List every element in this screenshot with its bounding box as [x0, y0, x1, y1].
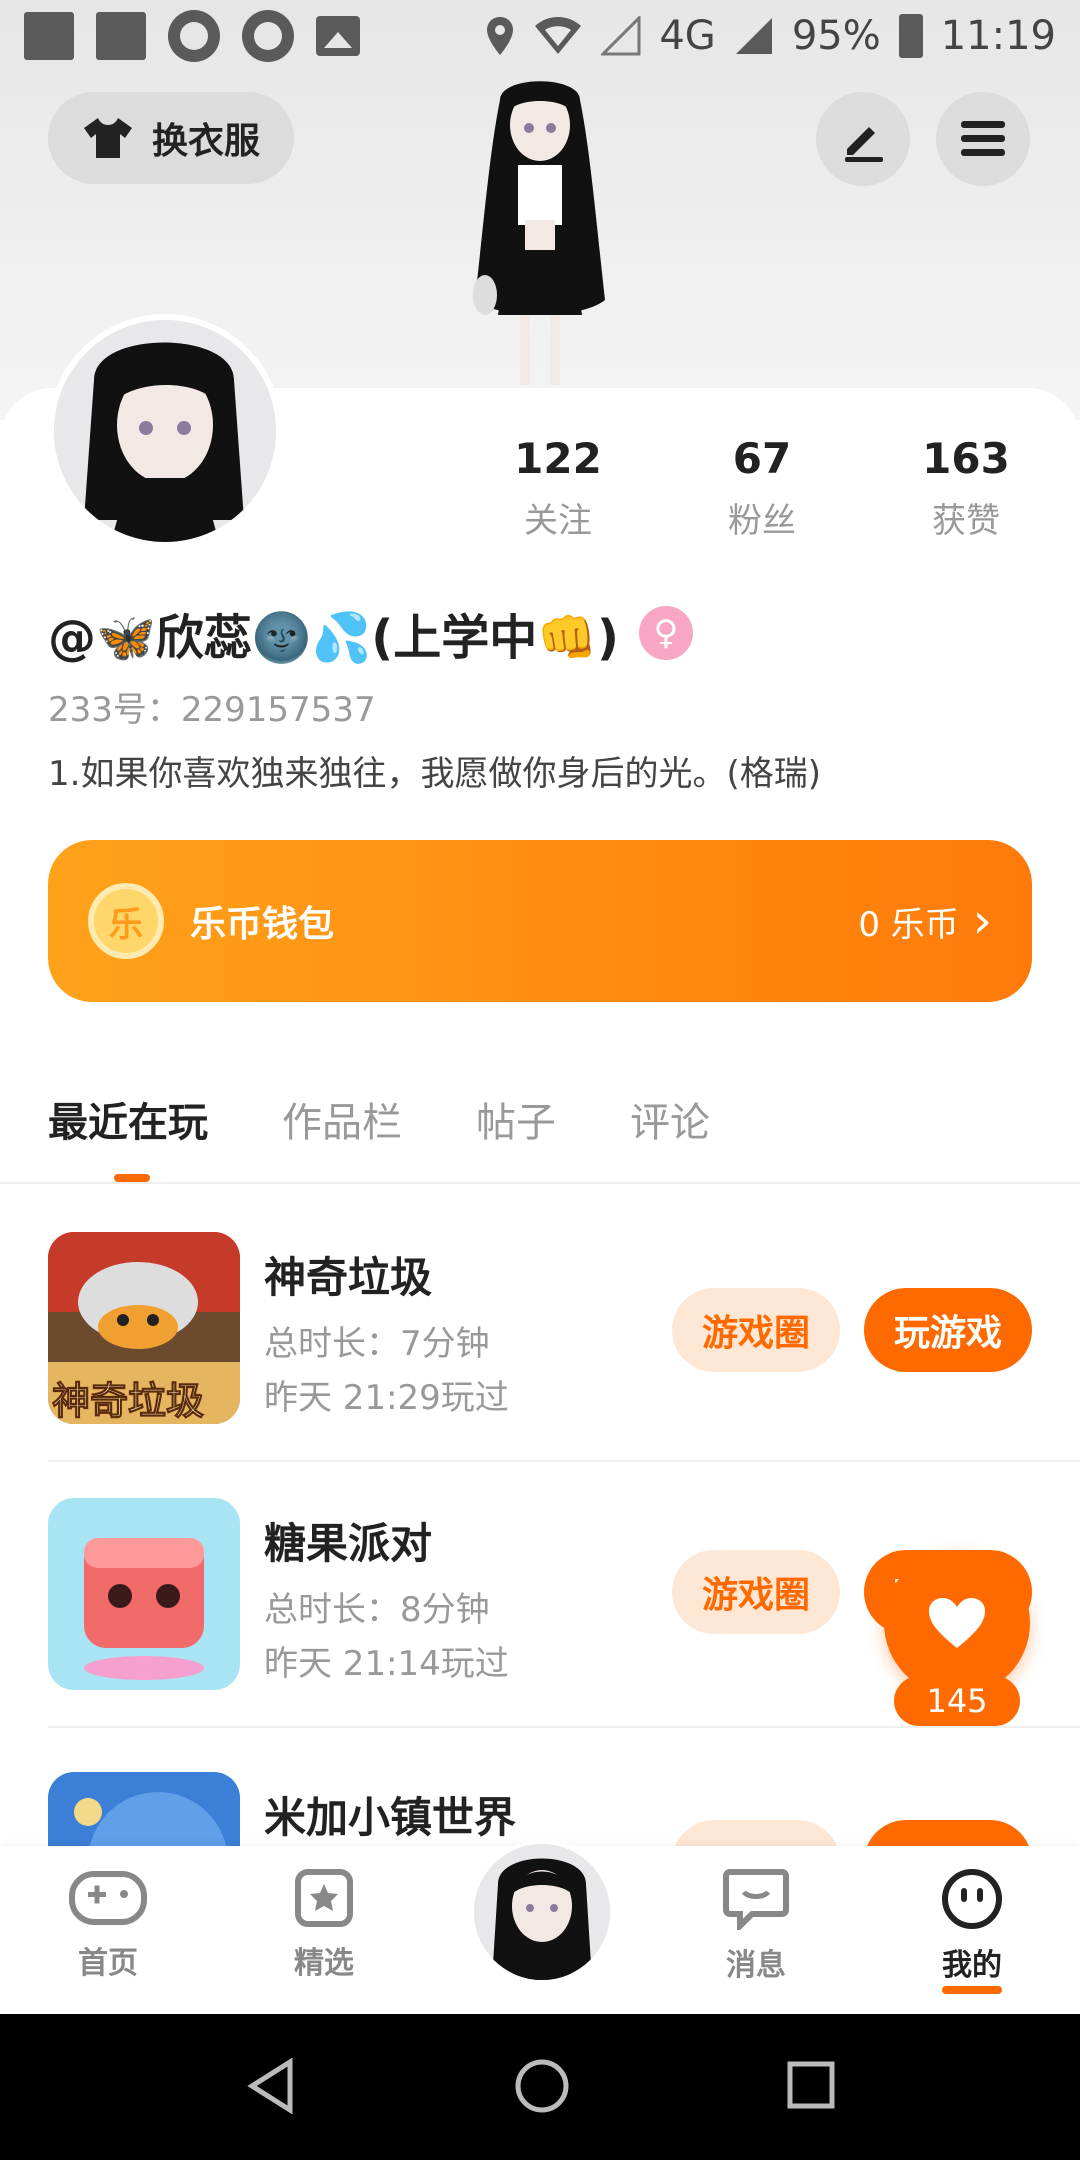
stat-fans[interactable]: 67 粉丝	[672, 434, 852, 542]
home-circle-icon[interactable]	[514, 2058, 570, 2114]
gamepad-icon	[69, 1871, 147, 1925]
like-count: 145	[894, 1676, 1020, 1726]
chat-icon	[723, 1869, 789, 1934]
game-circle-button[interactable]: 游戏圈	[672, 1550, 840, 1634]
change-clothes-button[interactable]: 换衣服	[48, 92, 294, 184]
clock: 11:19	[940, 13, 1056, 59]
status-bar: 4G 95% 11:19	[0, 0, 1080, 72]
stat-likes-label: 获赞	[932, 501, 1000, 541]
avatar-icon	[474, 1844, 610, 1980]
play-game-button[interactable]: 玩游戏	[864, 1288, 1032, 1372]
location-icon	[487, 17, 514, 55]
back-icon[interactable]	[246, 2058, 296, 2114]
bottom-nav: 首页 精选 消息 我的	[0, 1840, 1080, 2014]
username: @🦋欣蕊🌚💦(上学中👊) ♀	[48, 598, 693, 668]
tab-recently-played[interactable]: 最近在玩	[48, 1090, 208, 1148]
row-divider	[48, 1726, 1080, 1728]
username-text: @🦋欣蕊🌚💦(上学中👊)	[48, 610, 619, 666]
heart-icon	[929, 1598, 985, 1648]
female-gender-icon: ♀	[638, 606, 693, 660]
coin-icon: 乐	[88, 883, 164, 959]
star-icon	[295, 1869, 353, 1927]
stat-fans-label: 粉丝	[728, 501, 796, 541]
wallet-balance-area: 0 乐币 ›	[858, 893, 992, 949]
nav-mine-label: 我的	[942, 1948, 1002, 1983]
game-icon[interactable]	[48, 1498, 240, 1690]
avatar-portrait	[54, 320, 276, 542]
active-tab-indicator	[114, 1174, 150, 1182]
stat-likes-count: 163	[922, 434, 1010, 483]
game-last-played: 昨天 21:14玩过	[264, 1644, 509, 1684]
notification-app-icon	[24, 12, 74, 60]
network-type: 4G	[659, 13, 716, 59]
nav-messages[interactable]: 消息	[676, 1868, 836, 1984]
nav-messages-label: 消息	[726, 1948, 786, 1983]
menu-button[interactable]	[936, 92, 1030, 186]
game-last-played: 昨天 21:29玩过	[264, 1378, 509, 1418]
chevron-right-icon: ›	[972, 893, 992, 949]
stat-fans-count: 67	[732, 434, 792, 483]
tab-comments[interactable]: 评论	[630, 1090, 710, 1148]
edit-profile-button[interactable]	[816, 92, 910, 186]
stat-following-count: 122	[514, 434, 602, 483]
screen: 4G 95% 11:19 换衣服 122 关注 67 粉丝 163 获赞 @🦋欣…	[0, 0, 1080, 2160]
user-bio: 1.如果你喜欢独来独往，我愿做你身后的光。(格瑞)	[48, 754, 821, 794]
image-notification-icon	[316, 16, 360, 56]
system-nav-bar	[0, 2014, 1080, 2160]
status-right: 4G 95% 11:19	[485, 13, 1056, 59]
nav-featured-label: 精选	[294, 1946, 354, 1981]
face-icon	[942, 1869, 1002, 1929]
game-name[interactable]: 神奇垃圾	[264, 1244, 432, 1305]
game-icon-text: 神奇垃圾	[51, 1379, 205, 1424]
row-divider	[48, 1460, 1080, 1462]
like-button[interactable]	[884, 1550, 1030, 1696]
wifi-icon	[535, 17, 582, 54]
tab-divider	[0, 1182, 1080, 1184]
nav-home[interactable]: 首页	[28, 1868, 188, 1982]
game-name[interactable]: 糖果派对	[264, 1510, 432, 1571]
tab-works[interactable]: 作品栏	[282, 1090, 402, 1148]
game-name[interactable]: 米加小镇世界	[264, 1784, 516, 1845]
avatar-full-body-figure[interactable]	[430, 70, 650, 390]
stat-following-label: 关注	[524, 501, 592, 541]
nav-mine[interactable]: 我的	[892, 1868, 1052, 1994]
stat-following[interactable]: 122 关注	[468, 434, 648, 542]
profile-tabs: 最近在玩 作品栏 帖子 评论	[48, 1090, 784, 1148]
game-duration: 总时长：8分钟	[264, 1590, 490, 1630]
game-thumbnail-candy	[48, 1498, 240, 1690]
nav-active-indicator	[942, 1986, 1002, 1994]
signal-icon	[735, 18, 772, 54]
wallet-balance: 0 乐币	[858, 904, 959, 945]
recents-icon[interactable]	[786, 2060, 836, 2110]
notification-app-icon	[168, 10, 220, 62]
wallet-banner[interactable]: 乐 乐币钱包 0 乐币 ›	[48, 840, 1032, 1002]
battery-percent: 95%	[791, 13, 881, 59]
game-circle-button[interactable]: 游戏圈	[672, 1288, 840, 1372]
battery-icon	[898, 14, 923, 58]
tab-posts[interactable]: 帖子	[476, 1090, 556, 1148]
signal-empty-icon	[601, 16, 641, 56]
menu-icon	[961, 121, 1005, 156]
game-row[interactable]: 神奇垃圾 神奇垃圾 总时长：7分钟 昨天 21:29玩过 游戏圈 玩游戏	[48, 1232, 1080, 1452]
game-duration: 总时长：7分钟	[264, 1324, 490, 1364]
avatar[interactable]	[48, 314, 282, 548]
stat-likes[interactable]: 163 获赞	[876, 434, 1056, 542]
notification-app-icon	[242, 10, 294, 62]
nav-avatar-button[interactable]	[470, 1840, 614, 1984]
change-clothes-label: 换衣服	[152, 121, 261, 162]
pencil-icon	[845, 127, 883, 162]
user-id: 233号：229157537	[48, 690, 376, 730]
game-icon[interactable]: 神奇垃圾	[48, 1232, 240, 1424]
shirt-icon	[84, 118, 132, 158]
wallet-title: 乐币钱包	[190, 904, 335, 945]
notification-app-icon	[96, 12, 146, 60]
notification-icons	[24, 10, 360, 62]
nav-featured[interactable]: 精选	[244, 1868, 404, 1982]
nav-home-label: 首页	[78, 1946, 138, 1981]
